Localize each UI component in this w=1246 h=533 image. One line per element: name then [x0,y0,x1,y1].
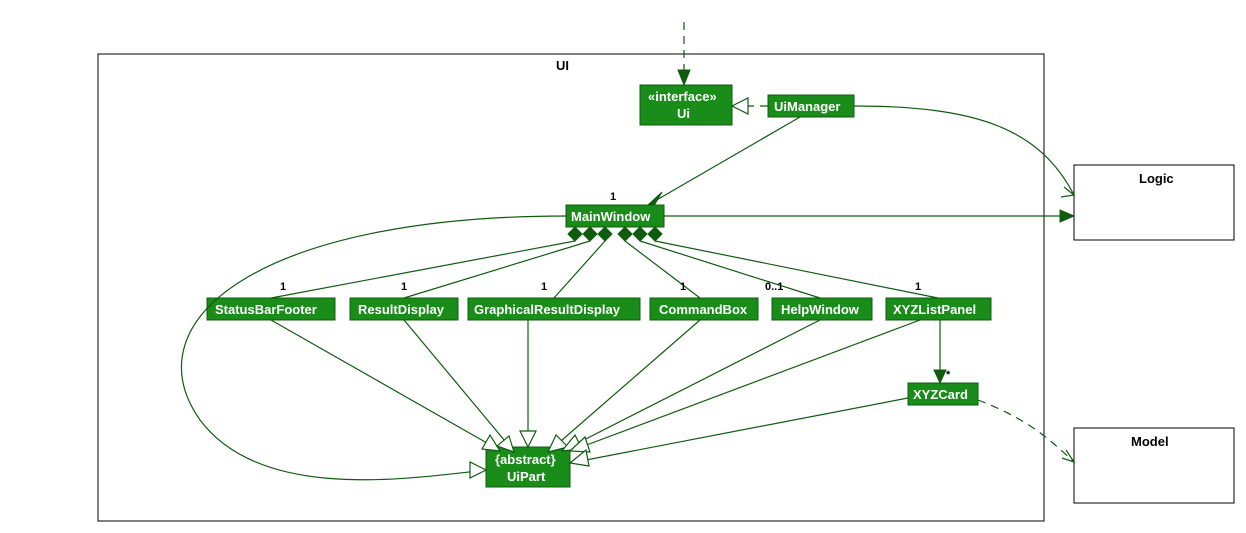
resultdisplay-name: ResultDisplay [358,302,445,317]
mainwindow-to-logic-arrow [1060,210,1074,222]
mainwindow-name: MainWindow [571,209,651,224]
diamond-sbf [568,227,582,241]
rd-mult: 1 [401,281,407,293]
cb-to-uipart [554,320,700,447]
xyzcard-mult: * [946,369,951,381]
uml-diagram: UI Logic Model «interface» Ui UiManager … [0,0,1246,533]
graphicalresultdisplay-name: GraphicalResultDisplay [474,302,621,317]
xlp-to-uipart [576,320,920,449]
uimanager-to-logic [854,106,1074,195]
diamond-cb [618,227,632,241]
dep-to-ui-arrow [678,70,690,85]
uimanager-to-mainwindow [648,117,800,205]
commandbox-name: CommandBox [659,302,748,317]
mainwindow-mult: 1 [610,191,616,203]
grd-mult: 1 [541,281,547,293]
diamond-grd [598,227,612,241]
mw-to-hw [640,241,820,298]
xlp-to-xyzcard-arrow [934,370,946,383]
uimanager-to-ui-arrow [732,98,748,114]
xyzcard-name: XYZCard [913,387,968,402]
rd-to-uipart [404,320,510,447]
helpwindow-name: HelpWindow [781,302,860,317]
xyzcard-to-uipart-arrow [570,450,589,466]
grd-to-uipart-arrow [520,431,536,447]
diamond-rd [583,227,597,241]
mainwindow-to-uipart-arrow [470,462,486,478]
uimanager-name: UiManager [774,99,840,114]
diamond-xlp [648,227,662,241]
sbf-to-uipart [271,320,494,447]
package-ui-label: UI [556,58,569,73]
statusbarfooter-name: StatusBarFooter [215,302,317,317]
model-label: Model [1131,434,1169,449]
hw-mult: 0..1 [765,281,783,293]
xyzcard-to-uipart [586,398,908,460]
mw-to-sbf [271,241,575,298]
cb-mult: 1 [680,281,686,293]
hw-to-uipart [570,320,820,447]
sbf-to-uipart-arrow [482,435,500,451]
xyzlistpanel-name: XYZListPanel [893,302,976,317]
ui-name: Ui [677,106,690,121]
logic-label: Logic [1139,171,1174,186]
uipart-stereo: {abstract} [495,452,556,467]
ui-stereo: «interface» [648,89,717,104]
xlp-mult: 1 [915,281,921,293]
mw-to-cb [625,241,700,298]
xyzcard-to-model-arrow [1062,450,1074,462]
diamond-hw [633,227,647,241]
sbf-mult: 1 [280,281,286,293]
uipart-name: UiPart [507,469,546,484]
mw-to-xlp [655,241,938,298]
xyzcard-to-model [978,400,1074,462]
